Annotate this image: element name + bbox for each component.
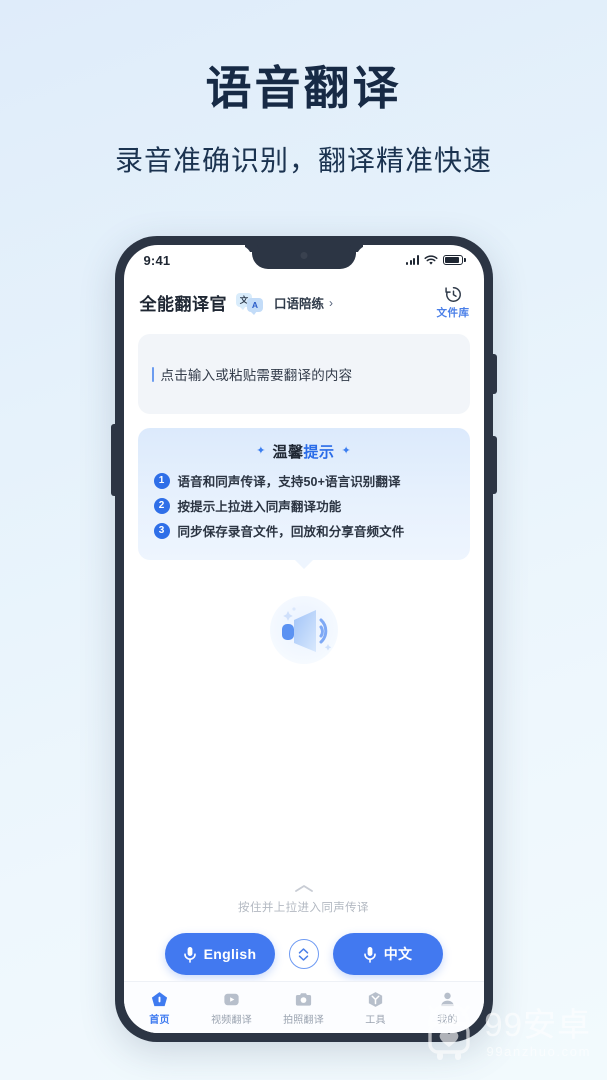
pull-up-hint-label: 按住并上拉进入同声传译: [238, 902, 369, 914]
nav-item-camera[interactable]: 拍照翻译: [268, 990, 340, 1026]
status-icons: [406, 254, 466, 266]
page-title: 语音翻译: [205, 62, 402, 114]
translate-bubbles-icon: 文 A: [236, 292, 270, 315]
tips-header: ✦ 温馨提示 ✦: [154, 441, 454, 462]
watermark-url: 99anzhuo.com: [486, 1044, 591, 1059]
status-time: 9:41: [143, 252, 171, 268]
oral-practice-label: 口语陪练: [274, 297, 325, 311]
chevron-up-icon: [294, 885, 313, 892]
history-clock-icon: [444, 287, 461, 302]
text-caret: [151, 366, 154, 382]
video-icon: [224, 993, 239, 1005]
battery-cap-icon: [463, 258, 466, 262]
site-watermark: 99安卓 99anzhuo.com: [423, 1004, 591, 1062]
speaker-sound-icon: [269, 596, 338, 664]
mic-button-row: English 中文: [124, 933, 484, 975]
wifi-icon: [424, 254, 438, 265]
camera-icon: [295, 992, 312, 1006]
tip-text: 按提示上拉进入同声翻译功能: [177, 500, 342, 514]
microphone-icon: [363, 946, 376, 963]
power-button[interactable]: [491, 354, 497, 394]
android-robot-icon: [428, 1004, 470, 1060]
translation-input[interactable]: 点击输入或粘贴需要翻译的内容: [137, 334, 470, 414]
tips-card: ✦ 温馨提示 ✦ 1 语音和同声传译，支持50+语言识别翻译 2 按提示上拉进入…: [137, 428, 470, 560]
phone-screen: 9:41 全能翻译官 文 A 口语陪练 › 文件库 点击输入或粘贴需要翻译的内容…: [123, 245, 484, 1033]
swap-language-button[interactable]: [288, 939, 319, 969]
nav-item-home[interactable]: 首页: [124, 990, 196, 1026]
nav-label-video: 视频翻译: [211, 1014, 252, 1026]
oral-practice-entry[interactable]: 文 A 口语陪练 ›: [236, 292, 334, 315]
volume-button[interactable]: [110, 424, 116, 496]
pull-up-hint[interactable]: 按住并上拉进入同声传译: [124, 884, 484, 915]
mic-button-chinese[interactable]: 中文: [332, 933, 443, 975]
signal-bars-icon: [406, 255, 419, 265]
app-header: 全能翻译官 文 A 口语陪练 › 文件库: [124, 275, 484, 328]
file-library-label: 文件库: [436, 307, 470, 319]
nav-label-camera: 拍照翻译: [283, 1014, 324, 1026]
sparkle-right-icon: ✦: [341, 445, 351, 457]
watermark-title: 99安卓: [484, 1006, 591, 1043]
nav-item-tools[interactable]: 工具: [340, 990, 412, 1026]
phone-mockup: 9:41 全能翻译官 文 A 口语陪练 › 文件库 点击输入或粘贴需要翻译的内容…: [110, 236, 497, 1042]
list-item: 1 语音和同声传译，支持50+语言识别翻译: [153, 471, 454, 490]
list-item: 3 同步保存录音文件，回放和分享音频文件: [153, 521, 454, 540]
mic-button-chinese-label: 中文: [383, 946, 413, 962]
tips-title-dark: 温馨: [272, 444, 304, 461]
swap-vertical-icon: [298, 947, 309, 961]
tip-number: 2: [153, 497, 170, 514]
input-placeholder: 点击输入或粘贴需要翻译的内容: [160, 368, 353, 383]
app-title: 全能翻译官: [139, 295, 227, 314]
toolbox-icon: [368, 991, 383, 1007]
nav-label-tools: 工具: [365, 1014, 386, 1026]
speaker-illustration: [124, 586, 484, 678]
tip-text: 同步保存录音文件，回放和分享音频文件: [177, 525, 405, 539]
tip-text: 语音和同声传译，支持50+语言识别翻译: [177, 475, 401, 489]
tip-number: 3: [153, 522, 170, 539]
nav-label-home: 首页: [149, 1014, 170, 1026]
promo-header: 语音翻译 录音准确识别，翻译精准快速: [0, 0, 607, 179]
side-button[interactable]: [491, 436, 497, 494]
file-library-button[interactable]: 文件库: [437, 285, 470, 320]
microphone-icon: [183, 946, 196, 963]
page-subtitle: 录音准确识别，翻译精准快速: [114, 144, 492, 176]
mic-button-english-label: English: [203, 946, 257, 962]
chevron-right-icon: ›: [329, 295, 334, 310]
bubble-latin: A: [247, 297, 263, 315]
tips-title-blue: 提示: [303, 444, 335, 461]
tip-number: 1: [153, 472, 170, 489]
battery-full-icon: [442, 255, 463, 265]
home-icon: [151, 991, 168, 1006]
mic-button-english[interactable]: English: [164, 933, 275, 975]
status-bar: 9:41: [124, 245, 484, 275]
nav-item-video[interactable]: 视频翻译: [196, 990, 268, 1026]
list-item: 2 按提示上拉进入同声翻译功能: [153, 496, 454, 515]
sparkle-left-icon: ✦: [256, 445, 266, 457]
